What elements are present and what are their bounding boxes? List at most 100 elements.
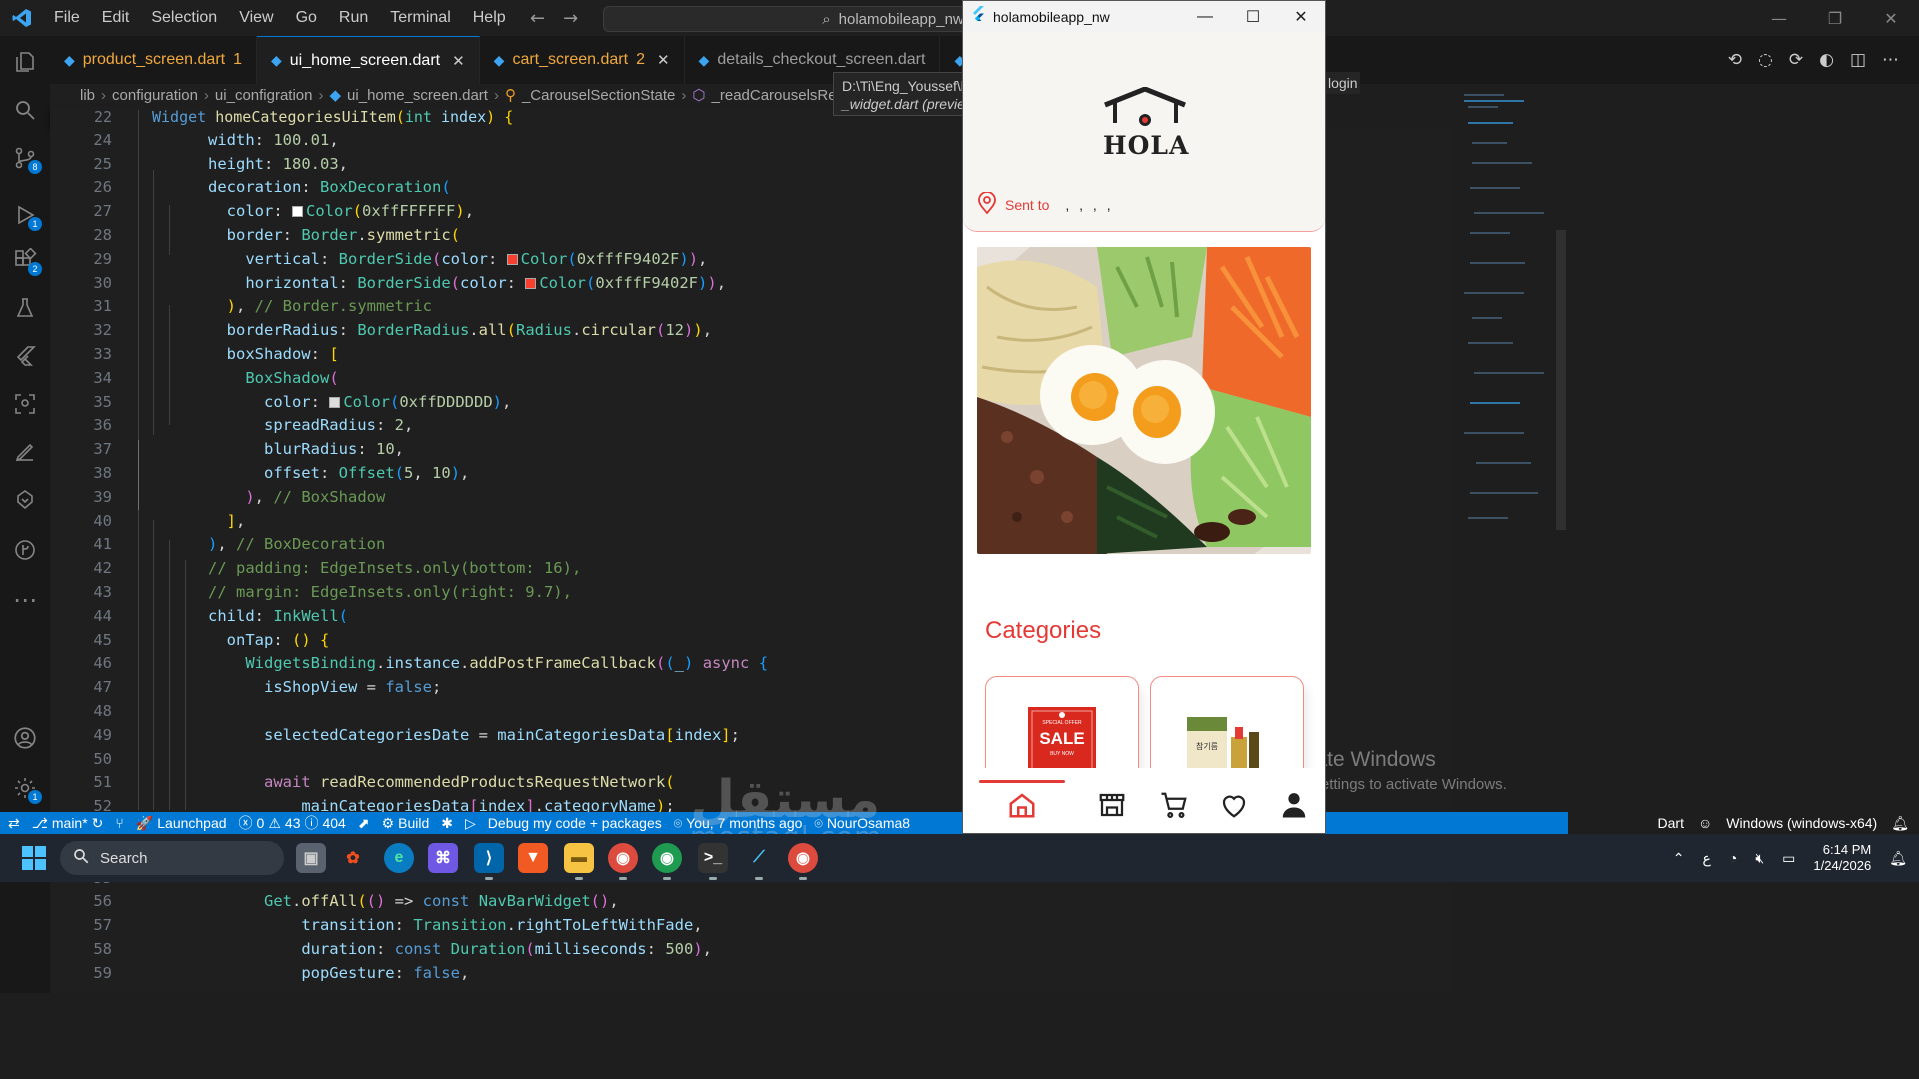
- menu-run[interactable]: Run: [329, 9, 378, 27]
- extensions-icon[interactable]: 2: [0, 236, 50, 284]
- battery-icon[interactable]: ▭: [1782, 850, 1795, 867]
- edge-icon[interactable]: e: [384, 843, 414, 873]
- terminal-icon[interactable]: >_: [698, 843, 728, 880]
- home-icon[interactable]: [1007, 790, 1037, 820]
- git-blame-status[interactable]: ⌾ You, 7 months ago: [674, 815, 803, 832]
- maximize-icon[interactable]: ☐: [1229, 1, 1277, 32]
- author-status[interactable]: ⌾ NourOsama8: [814, 815, 910, 832]
- open-changes-icon[interactable]: ⟲: [1728, 50, 1742, 70]
- shop-store-icon[interactable]: [1097, 790, 1127, 820]
- more-actions-icon[interactable]: ⋯: [1882, 50, 1899, 70]
- file-explorer-icon[interactable]: ▬: [564, 843, 594, 880]
- wifi-icon[interactable]: ◔: [1729, 850, 1737, 866]
- forward-arrow-icon[interactable]: →: [563, 8, 578, 29]
- timeline-icon[interactable]: ◌: [1758, 50, 1773, 70]
- chrome-profile-icon[interactable]: ◉: [652, 843, 682, 880]
- clock[interactable]: 6:14 PM 1/24/2026: [1813, 842, 1871, 874]
- device-status[interactable]: Windows (windows-x64): [1726, 815, 1877, 831]
- problems-status[interactable]: ⓧ 0 ⚠ 43 ⓘ 404: [239, 813, 346, 833]
- remote-indicator-icon[interactable]: ⇄: [8, 815, 20, 832]
- minimize-icon[interactable]: —: [1751, 0, 1807, 36]
- flutter-icon[interactable]: [0, 332, 50, 380]
- remote-explorer-icon[interactable]: [0, 380, 50, 428]
- input-language[interactable]: ع: [1702, 850, 1710, 867]
- close-icon[interactable]: ✕: [1863, 0, 1919, 36]
- build-status[interactable]: ⚙ Build: [382, 815, 430, 832]
- minimize-icon[interactable]: —: [1181, 1, 1229, 32]
- editor-scrollbar-thumb[interactable]: [1556, 230, 1566, 530]
- notification-bell-icon[interactable]: 🔔︎: [1889, 850, 1907, 867]
- debug-bug-icon[interactable]: ✱: [441, 815, 453, 832]
- menu-help[interactable]: Help: [463, 9, 516, 27]
- windows-start-icon[interactable]: [22, 846, 46, 870]
- testing-icon[interactable]: [0, 284, 50, 332]
- notifications-bell-icon[interactable]: 🔔︎: [1891, 815, 1909, 832]
- brave-icon[interactable]: ▼: [518, 843, 548, 873]
- accounts-icon[interactable]: [0, 714, 50, 762]
- breadcrumb-item[interactable]: _CarouselSectionState: [522, 87, 675, 104]
- breadcrumb-item[interactable]: ui_home_screen.dart: [347, 87, 488, 104]
- search-icon[interactable]: [0, 86, 50, 134]
- volume-muted-icon[interactable]: 🔇︎: [1755, 850, 1764, 867]
- play-icon[interactable]: ▷: [465, 815, 476, 832]
- settings-gear-icon[interactable]: 1: [0, 764, 50, 812]
- tab-product-screen[interactable]: ◆ product_screen.dart 1: [50, 36, 257, 84]
- restore-icon[interactable]: ❐: [1807, 0, 1863, 36]
- branch-icon: ⎇: [31, 814, 48, 831]
- copilot-app-icon[interactable]: ⌘: [428, 843, 458, 873]
- menu-selection[interactable]: Selection: [141, 9, 227, 27]
- color-swatch-orange[interactable]: [525, 277, 537, 289]
- run-debug-icon[interactable]: 1: [0, 191, 50, 239]
- favorites-heart-icon[interactable]: [1219, 790, 1249, 820]
- breadcrumb-item[interactable]: configuration: [112, 87, 198, 104]
- branch-status[interactable]: ⎇ main* ↻: [32, 815, 104, 832]
- menu-view[interactable]: View: [229, 9, 283, 27]
- breadcrumb-item[interactable]: ui_configration: [215, 87, 313, 104]
- color-swatch-grey[interactable]: [329, 396, 341, 408]
- indent-guide: [153, 520, 154, 810]
- profile-user-icon[interactable]: [1279, 790, 1309, 820]
- task-view-icon[interactable]: ▣: [296, 843, 326, 873]
- launchpad-status[interactable]: 🚀 Launchpad: [136, 815, 227, 832]
- close-icon[interactable]: ✕: [657, 51, 670, 69]
- edit-pen-icon[interactable]: [0, 428, 50, 476]
- figma-icon[interactable]: ✿: [338, 843, 368, 873]
- copilot-status-icon[interactable]: ☺: [1698, 815, 1712, 831]
- port-forward-icon[interactable]: ⬈: [358, 815, 370, 832]
- chrome-icon[interactable]: ◉: [608, 843, 638, 880]
- tab-ui-home-screen[interactable]: ◆ ui_home_screen.dart ✕: [257, 36, 480, 84]
- debug-mode-status[interactable]: Debug my code + packages: [488, 815, 662, 831]
- close-icon[interactable]: ✕: [452, 52, 465, 70]
- close-icon[interactable]: ✕: [1277, 1, 1325, 32]
- color-swatch-orange[interactable]: [506, 253, 518, 265]
- back-arrow-icon[interactable]: ←: [530, 8, 545, 29]
- color-swatch-white[interactable]: [292, 206, 303, 218]
- go-forward-icon[interactable]: ⟳: [1789, 50, 1803, 70]
- menu-terminal[interactable]: Terminal: [380, 9, 460, 27]
- chrome-icon-2[interactable]: ◉: [788, 843, 818, 880]
- breadcrumb-item[interactable]: lib: [80, 87, 95, 104]
- carousel-banner-image[interactable]: [977, 247, 1311, 554]
- explorer-icon[interactable]: [0, 38, 50, 86]
- taskbar-search[interactable]: Search: [60, 841, 284, 875]
- menu-go[interactable]: Go: [286, 9, 327, 27]
- minimap[interactable]: [1460, 92, 1570, 532]
- menu-file[interactable]: File: [44, 9, 90, 27]
- sent-to-row[interactable]: Sent to , , , ,: [977, 191, 1114, 217]
- copilot-icon[interactable]: [0, 476, 50, 524]
- vscode-taskbar-icon[interactable]: ⟩: [474, 843, 504, 880]
- dart-status[interactable]: Dart: [1658, 815, 1684, 831]
- tab-cart-screen[interactable]: ◆ cart_screen.dart 2 ✕: [480, 36, 685, 84]
- split-editor-icon[interactable]: ◫: [1850, 50, 1866, 70]
- git-graph-status-icon[interactable]: ⑂: [115, 815, 123, 831]
- flutter-devtools-icon[interactable]: ◐: [1819, 50, 1834, 70]
- breadcrumb-overflow-label: login: [1326, 72, 1360, 94]
- menu-edit[interactable]: Edit: [92, 9, 140, 27]
- chevron-up-icon[interactable]: ⌃: [1673, 850, 1685, 867]
- hola-logo: HOLA: [1103, 87, 1188, 160]
- source-control-icon[interactable]: 8: [0, 134, 50, 182]
- more-icon[interactable]: ⋯: [0, 576, 50, 624]
- git-graph-icon[interactable]: [0, 526, 50, 574]
- cart-icon[interactable]: [1159, 790, 1189, 820]
- flutter-taskbar-icon[interactable]: ⟋: [744, 843, 774, 880]
